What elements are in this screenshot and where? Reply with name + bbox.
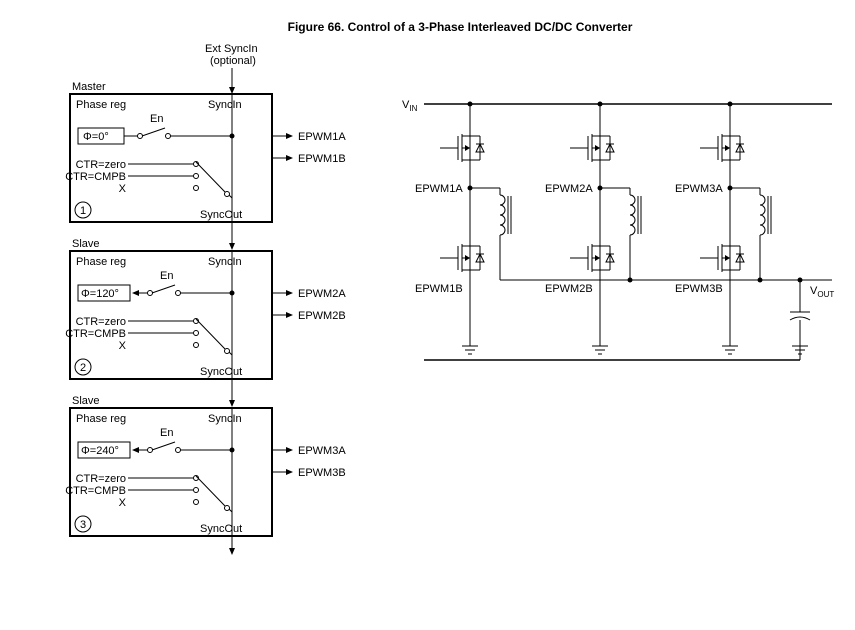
module-3-x: X	[119, 497, 127, 509]
mosfet-icon	[440, 238, 484, 278]
inductor-icon	[468, 186, 512, 281]
leg1-A-label: EPWM1A	[415, 183, 463, 195]
leg2-A-label: EPWM2A	[545, 183, 593, 195]
module-3-syncin-label: SyncIn	[208, 413, 242, 425]
module-2-ctr-zero: CTR=zero	[76, 316, 126, 328]
mosfet-icon	[570, 128, 614, 168]
module-3-syncout-label: SyncOut	[200, 523, 242, 535]
module-3-en: En	[160, 427, 173, 439]
ground-icon	[462, 340, 478, 354]
module-2-index: 2	[80, 362, 86, 374]
module-2-phase-reg: Phase reg	[76, 256, 126, 268]
module-1-syncout-label: SyncOut	[200, 209, 242, 221]
module-2-syncin-label: SyncIn	[208, 256, 242, 268]
module-2-x: X	[119, 340, 127, 352]
module-2: Slave Phase reg SyncIn Φ=120° En CTR=zer…	[65, 238, 346, 406]
module-3-phi: Φ=240°	[81, 445, 119, 457]
module-1-x: X	[119, 183, 127, 195]
module-1-phi: Φ=0°	[83, 131, 109, 143]
inductor-icon	[598, 186, 642, 281]
converter-circuit: VIN	[402, 99, 834, 360]
module-3-role: Slave	[72, 395, 100, 407]
ext-syncin-label-1: Ext SyncIn	[205, 43, 258, 55]
module-1-outB: EPWM1B	[298, 153, 346, 165]
module-2-outB: EPWM2B	[298, 310, 346, 322]
vout-label: VOUT	[810, 285, 834, 299]
ground-icon	[592, 340, 608, 354]
ext-syncin-label-2: (optional)	[210, 55, 256, 67]
mosfet-icon	[700, 128, 744, 168]
module-3-outA: EPWM3A	[298, 445, 346, 457]
module-3-ctr-zero: CTR=zero	[76, 473, 126, 485]
leg1-B-label: EPWM1B	[415, 283, 463, 295]
module-1-index: 1	[80, 205, 86, 217]
module-2-en: En	[160, 270, 173, 282]
module-1-ctr-zero: CTR=zero	[76, 159, 126, 171]
module-1: Master Phase reg SyncIn Φ=0° En CTR=zero…	[65, 81, 346, 249]
module-2-ctr-cmpb: CTR=CMPB	[65, 328, 126, 340]
module-1-outA: EPWM1A	[298, 131, 346, 143]
mosfet-icon	[440, 128, 484, 168]
module-2-outA: EPWM2A	[298, 288, 346, 300]
module-3-outB: EPWM3B	[298, 467, 346, 479]
module-2-phi: Φ=120°	[81, 288, 119, 300]
leg3-A-label: EPWM3A	[675, 183, 723, 195]
diagram-svg: Ext SyncIn (optional) Master Phase reg S…	[20, 40, 840, 610]
module-1-phase-reg: Phase reg	[76, 99, 126, 111]
leg2-B-label: EPWM2B	[545, 283, 593, 295]
module-1-en: En	[150, 113, 163, 125]
module-2-role: Slave	[72, 238, 100, 250]
module-1-syncin-label: SyncIn	[208, 99, 242, 111]
mosfet-icon	[570, 238, 614, 278]
ground-icon	[722, 340, 738, 354]
module-3-index: 3	[80, 519, 86, 531]
vin-label: VIN	[402, 99, 418, 113]
module-1-role: Master	[72, 81, 106, 93]
module-2-syncout-label: SyncOut	[200, 366, 242, 378]
mosfet-icon	[700, 238, 744, 278]
inductor-icon	[728, 186, 772, 281]
module-1-ctr-cmpb: CTR=CMPB	[65, 171, 126, 183]
figure-title: Figure 66. Control of a 3-Phase Interlea…	[180, 20, 740, 34]
module-3-ctr-cmpb: CTR=CMPB	[65, 485, 126, 497]
leg3-B-label: EPWM3B	[675, 283, 723, 295]
module-3: Slave Phase reg SyncIn Φ=240° En CTR=zer…	[65, 395, 346, 554]
module-3-phase-reg: Phase reg	[76, 413, 126, 425]
